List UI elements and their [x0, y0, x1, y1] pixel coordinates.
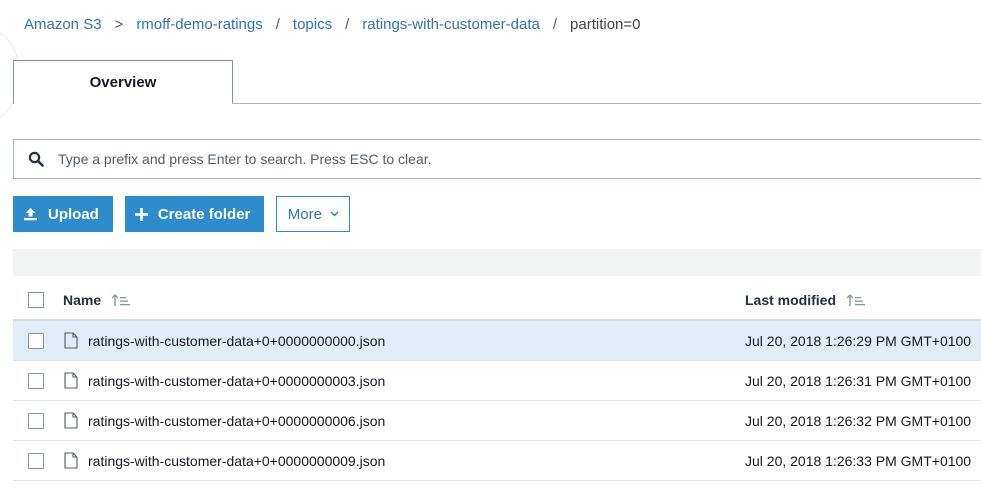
- name-cell: ratings-with-customer-data+0+0000000006.…: [59, 412, 745, 429]
- name-column-header: Name: [59, 292, 745, 308]
- create-folder-button[interactable]: Create folder: [124, 196, 265, 232]
- create-folder-label: Create folder: [157, 205, 251, 223]
- search-bar: [13, 139, 981, 179]
- row-checkbox-cell: [13, 332, 59, 349]
- row-checkbox[interactable]: [28, 412, 44, 429]
- row-checkbox-cell: [13, 372, 59, 389]
- name-header-label[interactable]: Name: [63, 292, 101, 308]
- breadcrumb-separator: >: [114, 15, 124, 33]
- name-cell: ratings-with-customer-data+0+0000000003.…: [59, 372, 745, 389]
- last-modified-cell: Jul 20, 2018 1:26:31 PM GMT+0100: [745, 372, 972, 389]
- breadcrumb-topics[interactable]: topics: [293, 16, 332, 33]
- breadcrumb-separator: /: [552, 15, 558, 33]
- upload-button[interactable]: Upload: [13, 196, 113, 232]
- select-all-checkbox[interactable]: [28, 292, 44, 308]
- breadcrumb-separator: /: [345, 15, 350, 33]
- plus-icon: [134, 207, 148, 221]
- last-modified-cell: Jul 20, 2018 1:26:33 PM GMT+0100: [745, 452, 972, 469]
- row-checkbox[interactable]: [28, 332, 44, 349]
- more-label: More: [287, 205, 322, 223]
- row-checkbox[interactable]: [28, 452, 44, 469]
- file-name-link[interactable]: ratings-with-customer-data+0+0000000006.…: [88, 413, 385, 429]
- tab-divider: [232, 103, 981, 104]
- objects-table: Name Last modified ratings-with-customer…: [13, 281, 981, 481]
- breadcrumb-ratings-folder[interactable]: ratings-with-customer-data: [362, 16, 540, 33]
- sort-ascending-icon[interactable]: [111, 293, 131, 307]
- search-input[interactable]: [58, 151, 958, 167]
- upload-label: Upload: [48, 205, 99, 223]
- chevron-down-icon: [330, 211, 339, 217]
- select-all-cell: [13, 292, 59, 308]
- search-icon: [14, 151, 58, 167]
- breadcrumb: Amazon S3 > rmoff-demo-ratings / topics …: [24, 14, 640, 34]
- file-icon: [64, 412, 78, 429]
- upload-icon: [23, 207, 38, 221]
- name-cell: ratings-with-customer-data+0+0000000009.…: [59, 452, 745, 469]
- row-checkbox-cell: [13, 452, 59, 469]
- breadcrumb-bucket[interactable]: rmoff-demo-ratings: [136, 16, 262, 33]
- breadcrumb-separator: /: [275, 15, 280, 33]
- table-row[interactable]: ratings-with-customer-data+0+0000000003.…: [13, 361, 981, 401]
- file-name-link[interactable]: ratings-with-customer-data+0+0000000003.…: [88, 373, 385, 389]
- file-name-link[interactable]: ratings-with-customer-data+0+0000000009.…: [88, 453, 385, 469]
- last-modified-column-header: Last modified: [745, 292, 866, 308]
- more-button[interactable]: More: [276, 196, 351, 232]
- tab-overview[interactable]: Overview: [13, 60, 233, 104]
- table-header: Name Last modified: [13, 281, 981, 321]
- tab-bar: Overview: [0, 60, 981, 104]
- breadcrumb-amazon-s3[interactable]: Amazon S3: [24, 16, 102, 33]
- sort-ascending-icon[interactable]: [846, 293, 866, 307]
- toolbar: Upload Create folder More: [13, 196, 351, 232]
- file-name-link[interactable]: ratings-with-customer-data+0+0000000000.…: [88, 333, 385, 349]
- breadcrumb-current: partition=0: [570, 15, 641, 33]
- last-modified-cell: Jul 20, 2018 1:26:32 PM GMT+0100: [745, 412, 972, 429]
- file-icon: [64, 452, 78, 469]
- file-icon: [64, 332, 78, 349]
- last-modified-header-label[interactable]: Last modified: [745, 292, 836, 308]
- table-row[interactable]: ratings-with-customer-data+0+0000000009.…: [13, 441, 981, 481]
- table-row[interactable]: ratings-with-customer-data+0+0000000006.…: [13, 401, 981, 441]
- row-checkbox[interactable]: [28, 372, 44, 389]
- last-modified-cell: Jul 20, 2018 1:26:29 PM GMT+0100: [745, 332, 972, 349]
- row-checkbox-cell: [13, 412, 59, 429]
- table-row[interactable]: ratings-with-customer-data+0+0000000000.…: [13, 321, 981, 361]
- table-header-band: [13, 249, 981, 276]
- name-cell: ratings-with-customer-data+0+0000000000.…: [59, 332, 745, 349]
- file-icon: [64, 372, 78, 389]
